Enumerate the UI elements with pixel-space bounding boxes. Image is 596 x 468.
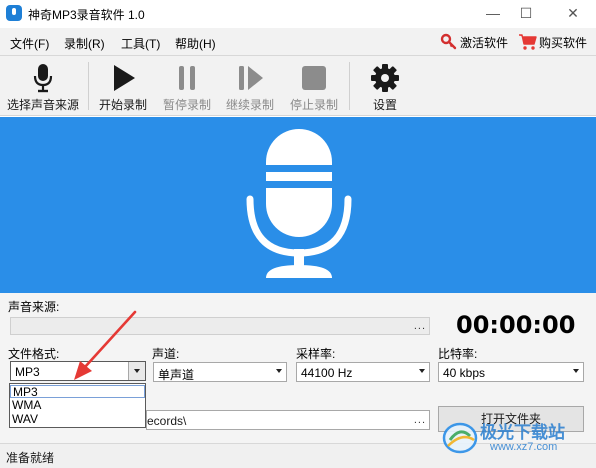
record-timer: 00:00:00 (456, 311, 576, 339)
window-title: 神奇MP3录音软件 1.0 (28, 8, 145, 22)
chevron-down-icon (419, 369, 425, 373)
format-dropdown-button[interactable] (128, 362, 145, 380)
microphone-icon (33, 64, 53, 93)
activate-label: 激活软件 (460, 35, 509, 50)
minimize-button[interactable]: — (478, 2, 508, 24)
bitrate-select[interactable]: 40 kbps (438, 362, 584, 382)
activate-software-link[interactable]: 激活软件 (440, 33, 508, 51)
large-microphone-icon (246, 129, 352, 278)
bitrate-label: 比特率: (438, 347, 478, 361)
source-browse-button[interactable]: ... (414, 320, 426, 332)
pause-icon (179, 66, 195, 90)
select-source-button[interactable]: 选择声音来源 (2, 59, 84, 113)
watermark: 极光下载站 www.xz7.com (440, 410, 590, 462)
close-button[interactable]: ✕ (558, 2, 588, 24)
menu-tools[interactable]: 工具(T) (121, 35, 160, 52)
key-icon (440, 33, 457, 50)
settings-label: 设置 (372, 98, 397, 112)
buy-software-link[interactable]: 购买软件 (518, 33, 587, 51)
pause-record-label: 暂停录制 (162, 98, 211, 112)
chevron-down-icon (276, 369, 282, 373)
menu-help[interactable]: 帮助(H) (175, 35, 216, 52)
resume-icon (239, 66, 263, 90)
format-dropdown-list: MP3 WMA WAV (9, 383, 146, 428)
samplerate-value: 44100 Hz (301, 366, 353, 380)
format-option-wma[interactable]: WMA (10, 399, 145, 412)
start-record-button[interactable]: 开始录制 (94, 59, 152, 113)
stop-record-button[interactable]: 停止录制 (285, 59, 343, 113)
format-option-wav[interactable]: WAV (10, 413, 145, 426)
stop-record-label: 停止录制 (289, 98, 338, 112)
toolbar-separator (88, 62, 89, 110)
cart-icon (519, 34, 537, 50)
bitrate-value: 40 kbps (443, 366, 486, 380)
resume-record-label: 继续录制 (225, 98, 274, 112)
menu-file[interactable]: 文件(F) (10, 35, 49, 52)
channel-label: 声道: (152, 347, 180, 361)
chevron-down-icon (573, 369, 579, 373)
samplerate-label: 采样率: (296, 347, 336, 361)
output-path-field[interactable]: ecords\ ... (146, 410, 430, 430)
chevron-down-icon (134, 369, 140, 373)
output-path-value: ecords\ (147, 414, 187, 428)
resume-record-button[interactable]: 继续录制 (221, 59, 279, 113)
channel-value: 单声道 (158, 368, 195, 382)
format-value: MP3 (15, 365, 40, 379)
menu-bar: 文件(F) 录制(R) 工具(T) 帮助(H) 激活软件 购买软件 (0, 28, 596, 56)
watermark-text: 极光下载站 (480, 423, 565, 442)
status-text: 准备就绪 (6, 451, 55, 465)
source-label: 声音来源: (8, 300, 60, 314)
title-bar: 神奇MP3录音软件 1.0 — ☐ ✕ (0, 0, 596, 28)
pause-record-button[interactable]: 暂停录制 (158, 59, 216, 113)
toolbar: 选择声音来源 开始录制 暂停录制 继续录制 停止录制 设置 (0, 56, 596, 116)
samplerate-select[interactable]: 44100 Hz (296, 362, 430, 382)
channel-select[interactable]: 单声道 (153, 362, 287, 382)
format-label: 文件格式: (8, 347, 60, 361)
start-record-label: 开始录制 (98, 98, 147, 112)
play-icon (114, 65, 135, 91)
format-select[interactable]: MP3 (10, 361, 146, 381)
source-field[interactable]: ... (10, 317, 430, 335)
watermark-url: www.xz7.com (490, 441, 558, 453)
app-icon (6, 5, 22, 21)
menu-record[interactable]: 录制(R) (64, 35, 105, 52)
recording-banner (0, 117, 596, 293)
path-browse-button[interactable]: ... (414, 414, 426, 426)
format-option-mp3[interactable]: MP3 (10, 385, 145, 399)
buy-label: 购买软件 (539, 35, 588, 50)
stop-icon (302, 66, 326, 90)
gear-icon (371, 64, 399, 92)
maximize-button[interactable]: ☐ (511, 2, 541, 24)
toolbar-separator (349, 62, 350, 110)
select-source-label: 选择声音来源 (6, 98, 79, 112)
settings-button[interactable]: 设置 (356, 59, 414, 113)
